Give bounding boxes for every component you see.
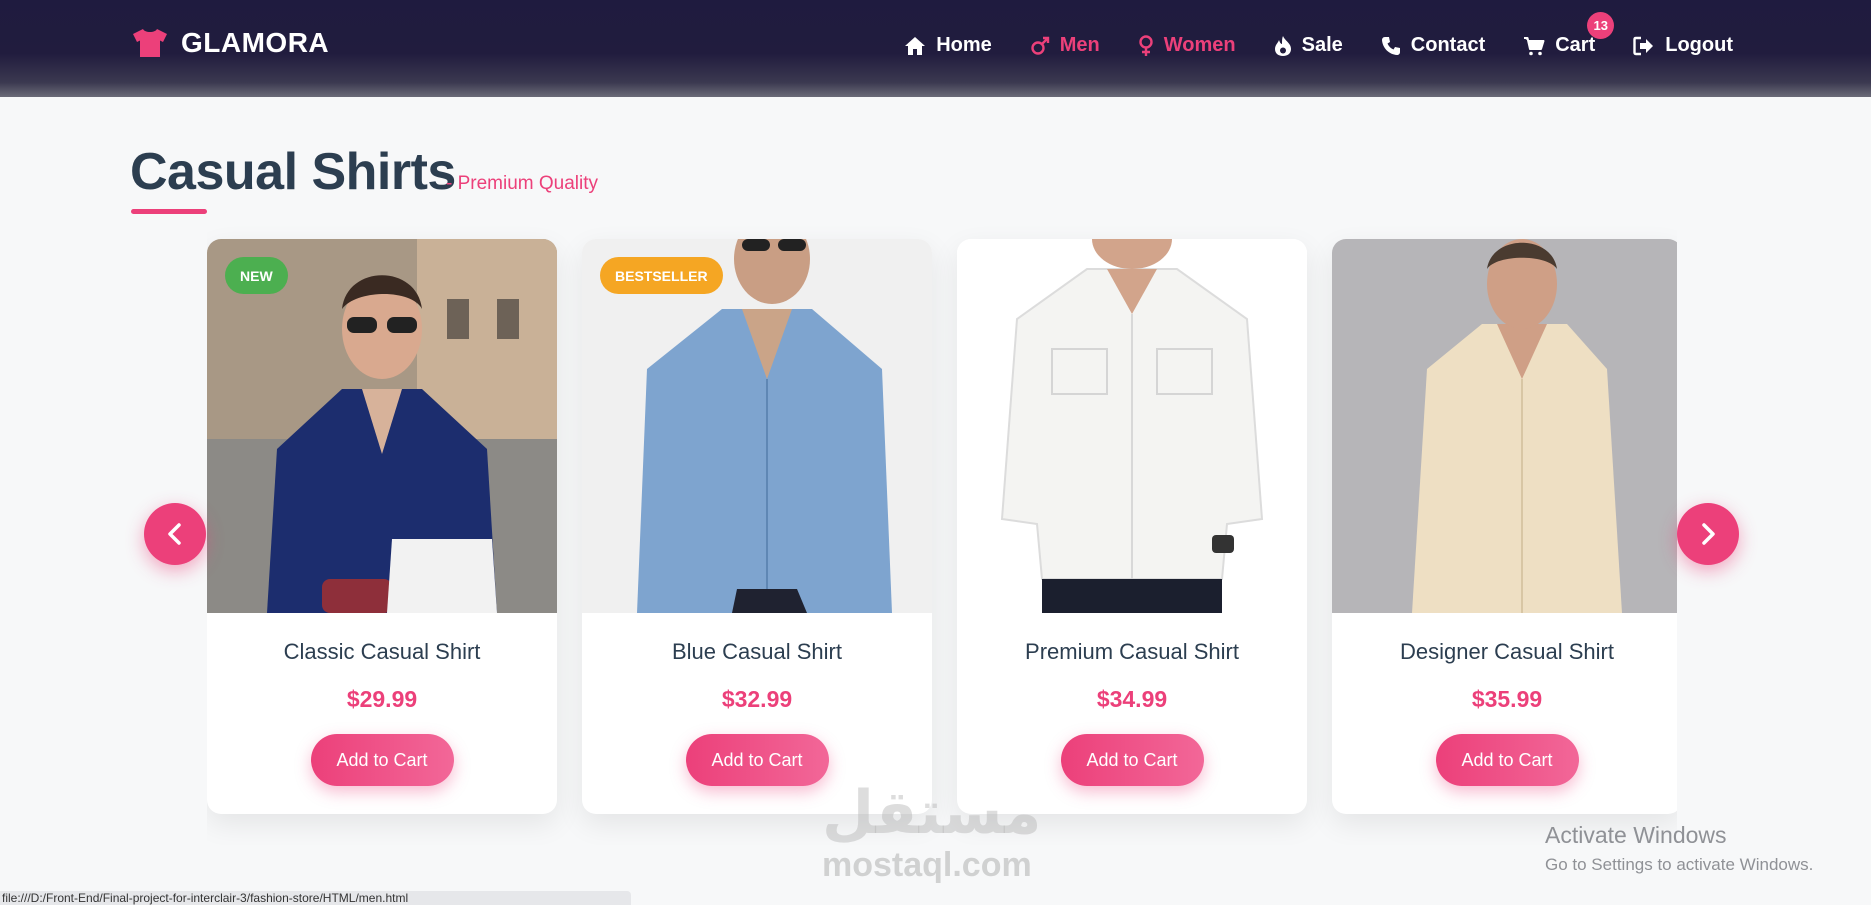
page-subtitle: - Premium Quality xyxy=(446,173,599,194)
product-image xyxy=(957,239,1307,613)
activation-title: Activate Windows xyxy=(1545,822,1727,848)
nav-item-women[interactable]: Women xyxy=(1138,34,1236,57)
phone-icon xyxy=(1381,36,1401,56)
home-icon xyxy=(904,36,926,56)
nav-label-contact: Contact xyxy=(1410,34,1486,56)
product-card: NEW Classic Casual Shirt $29.99 Add to C… xyxy=(207,239,557,814)
nav-label-home: Home xyxy=(936,34,992,56)
add-to-cart-button[interactable]: Add to Cart xyxy=(1435,734,1579,786)
product-price: $35.99 xyxy=(1471,686,1543,712)
cart-icon xyxy=(1523,36,1545,56)
carousel-prev-button[interactable] xyxy=(144,503,206,565)
nav-label-cart: Cart xyxy=(1555,34,1596,56)
browser-status-bar: file:///D:/Front-End/Final-project-for-i… xyxy=(0,891,631,905)
product-badge: BESTSELLER xyxy=(600,257,723,294)
chevron-right-icon xyxy=(1702,523,1715,545)
cart-count-badge: 13 xyxy=(1587,12,1615,39)
fire-icon xyxy=(1274,35,1292,57)
navbar: GLAMORA Home Men Women Sale Contact Cart… xyxy=(0,0,1871,97)
product-image: BESTSELLER xyxy=(582,239,932,613)
nav-label-women: Women xyxy=(1163,34,1236,56)
nav-label-men: Men xyxy=(1059,34,1100,56)
windows-activation-notice: Activate Windows Go to Settings to activ… xyxy=(1545,822,1813,875)
male-icon xyxy=(1030,36,1050,56)
product-price: $29.99 xyxy=(346,686,418,712)
logout-icon xyxy=(1633,36,1655,56)
product-name: Classic Casual Shirt xyxy=(283,639,481,664)
nav-item-home[interactable]: Home xyxy=(904,34,992,57)
nav-item-cart[interactable]: Cart 13 xyxy=(1523,12,1615,57)
watermark-latin: mostaql.com xyxy=(822,846,1032,884)
brand-logo[interactable]: GLAMORA xyxy=(131,27,329,59)
activation-subtitle: Go to Settings to activate Windows. xyxy=(1545,855,1814,874)
page-title: Casual Shirts xyxy=(130,143,456,201)
chevron-left-icon xyxy=(168,523,181,545)
title-underline xyxy=(131,209,207,214)
nav-label-sale: Sale xyxy=(1301,34,1343,56)
tshirt-icon xyxy=(133,29,167,57)
female-icon xyxy=(1138,34,1154,57)
nav-item-contact[interactable]: Contact xyxy=(1381,34,1485,57)
carousel-next-button[interactable] xyxy=(1677,503,1739,565)
watermark-arabic: مستقل xyxy=(822,778,1042,848)
nav-item-sale[interactable]: Sale xyxy=(1274,34,1343,57)
product-badge: NEW xyxy=(225,257,288,294)
product-card: BESTSELLER Blue Casual Shirt $32.99 Add … xyxy=(582,239,932,814)
product-price: $32.99 xyxy=(721,686,793,712)
product-name: Designer Casual Shirt xyxy=(1400,639,1614,664)
add-to-cart-button[interactable]: Add to Cart xyxy=(310,734,454,786)
add-to-cart-button[interactable]: Add to Cart xyxy=(1060,734,1204,786)
product-name: Blue Casual Shirt xyxy=(672,639,842,664)
nav-links: Home Men Women Sale Contact Cart 13 Logo… xyxy=(866,12,1733,57)
product-card: Designer Casual Shirt $35.99 Add to Cart xyxy=(1332,239,1677,814)
product-name: Premium Casual Shirt xyxy=(1025,639,1239,664)
add-to-cart-button[interactable]: Add to Cart xyxy=(685,734,829,786)
product-image xyxy=(1332,239,1677,613)
product-price: $34.99 xyxy=(1096,686,1168,712)
product-carousel: NEW Classic Casual Shirt $29.99 Add to C… xyxy=(207,220,1677,845)
nav-label-logout: Logout xyxy=(1665,34,1733,56)
product-image: NEW xyxy=(207,239,557,613)
nav-item-logout[interactable]: Logout xyxy=(1633,34,1733,57)
brand-name: GLAMORA xyxy=(181,27,330,58)
nav-item-men[interactable]: Men xyxy=(1030,34,1100,57)
product-card: Premium Casual Shirt $34.99 Add to Cart xyxy=(957,239,1307,814)
